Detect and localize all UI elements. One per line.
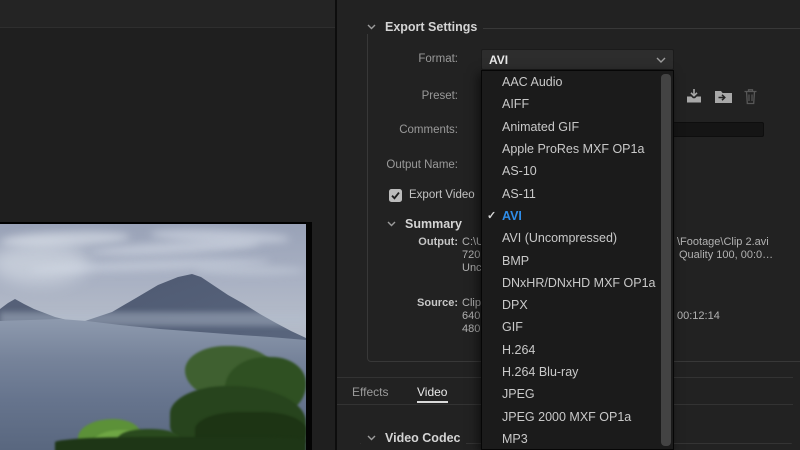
divider — [0, 27, 335, 28]
output-codec-fragment: Unc — [462, 262, 482, 274]
chevron-down-icon[interactable] — [367, 24, 376, 30]
output-path-fragment-right: \Footage\Clip 2.avi — [677, 236, 769, 248]
export-settings-panel: Export Settings Format: Preset: Comments… — [337, 0, 800, 450]
dropdown-item[interactable]: AVI (Uncompressed) — [482, 227, 673, 249]
dropdown-item[interactable]: GIF — [482, 316, 673, 338]
dropdown-item-label: AVI — [502, 209, 522, 223]
dropdown-item-label: DNxHR/DNxHD MXF OP1a — [502, 276, 656, 290]
preview-letterbox-bar — [306, 222, 312, 450]
format-label: Format: — [363, 53, 458, 65]
dropdown-item[interactable]: JPEG — [482, 383, 673, 405]
landscape-scene — [0, 224, 306, 450]
dropdown-item-label: AVI (Uncompressed) — [502, 231, 617, 245]
output-label: Output: — [363, 236, 458, 248]
dropdown-item-label: DPX — [502, 298, 528, 312]
format-dropdown-list: AAC Audio AIFF Animated GIF Apple ProRes MX… — [481, 70, 674, 450]
summary-header[interactable]: Summary — [381, 217, 468, 231]
tab-effects[interactable]: Effects — [352, 385, 388, 399]
video-codec-title: Video Codec — [385, 431, 460, 445]
source-label: Source: — [363, 297, 458, 309]
preview-panel-header — [0, 0, 335, 27]
delete-preset-icon — [743, 88, 761, 105]
dropdown-item-label: H.264 Blu-ray — [502, 365, 578, 379]
dropdown-item-label: AS-10 — [502, 164, 537, 178]
chevron-down-icon[interactable] — [367, 435, 376, 441]
dropdown-item-label: MP3 — [502, 432, 528, 446]
dropdown-item-label: JPEG — [502, 387, 535, 401]
export-video-label: Export Video — [409, 189, 475, 201]
dropdown-item[interactable]: Animated GIF — [482, 116, 673, 138]
chevron-down-icon — [656, 57, 666, 63]
premiere-export-window: Export Settings Format: Preset: Comments… — [0, 0, 800, 450]
dropdown-item[interactable]: DNxHR/DNxHD MXF OP1a — [482, 272, 673, 294]
tab-video[interactable]: Video — [417, 385, 447, 399]
active-tab-underline — [417, 401, 448, 403]
source-duration-fragment: 00:12:14 — [677, 310, 720, 322]
source-res-fragment-2: 480 — [462, 323, 480, 335]
output-name-label: Output Name: — [363, 159, 458, 171]
format-select[interactable]: AVI — [481, 49, 674, 70]
output-res-fragment: 720 — [462, 249, 480, 261]
dropdown-item[interactable]: H.264 — [482, 339, 673, 361]
source-res-fragment: 640 — [462, 310, 480, 322]
dropdown-item-label: GIF — [502, 320, 523, 334]
save-preset-icon[interactable] — [685, 88, 703, 105]
dropdown-item[interactable]: BMP — [482, 249, 673, 271]
comments-label: Comments: — [363, 124, 458, 136]
source-clip-fragment: Clip — [462, 297, 481, 309]
cloud — [195, 266, 305, 275]
dropdown-item[interactable]: DPX — [482, 294, 673, 316]
video-preview-image — [0, 222, 306, 450]
dropdown-item[interactable]: H.264 Blu-ray — [482, 361, 673, 383]
format-select-value: AVI — [489, 53, 508, 67]
dropdown-item-label: H.264 — [502, 343, 535, 357]
export-video-checkbox[interactable] — [389, 189, 402, 202]
dropdown-item[interactable]: AS-11 — [482, 182, 673, 204]
dropdown-item-label: Animated GIF — [502, 120, 579, 134]
video-codec-header[interactable]: Video Codec — [361, 431, 466, 445]
dropdown-item[interactable]: AAC Audio — [482, 71, 673, 93]
summary-title: Summary — [405, 217, 462, 231]
dropdown-item-label: BMP — [502, 254, 529, 268]
dropdown-item[interactable]: MP3 — [482, 428, 673, 450]
dropdown-item[interactable]: Apple ProRes MXF OP1a — [482, 138, 673, 160]
preset-label: Preset: — [363, 90, 458, 102]
dropdown-item[interactable]: ✓AVI — [482, 205, 673, 227]
export-settings-title: Export Settings — [385, 20, 477, 34]
foliage — [55, 437, 306, 450]
output-quality-fragment-right: Quality 100, 00:0… — [679, 249, 773, 261]
dropdown-item[interactable]: AIFF — [482, 93, 673, 115]
dropdown-item[interactable]: AS-10 — [482, 160, 673, 182]
dropdown-item-label: AAC Audio — [502, 75, 562, 89]
dropdown-item-label: AIFF — [502, 97, 529, 111]
dropdown-item-label: JPEG 2000 MXF OP1a — [502, 410, 631, 424]
check-icon: ✓ — [487, 209, 502, 222]
export-settings-header[interactable]: Export Settings — [361, 20, 483, 34]
dropdown-items: AAC Audio AIFF Animated GIF Apple ProRes MX… — [482, 71, 673, 450]
dropdown-item[interactable]: JPEG 2000 MXF OP1a — [482, 405, 673, 427]
chevron-down-icon[interactable] — [387, 221, 396, 227]
dropdown-scrollbar[interactable] — [661, 74, 671, 446]
dropdown-item-label: AS-11 — [502, 187, 536, 201]
import-preset-icon[interactable] — [714, 88, 732, 105]
dropdown-item-label: Apple ProRes MXF OP1a — [502, 142, 644, 156]
